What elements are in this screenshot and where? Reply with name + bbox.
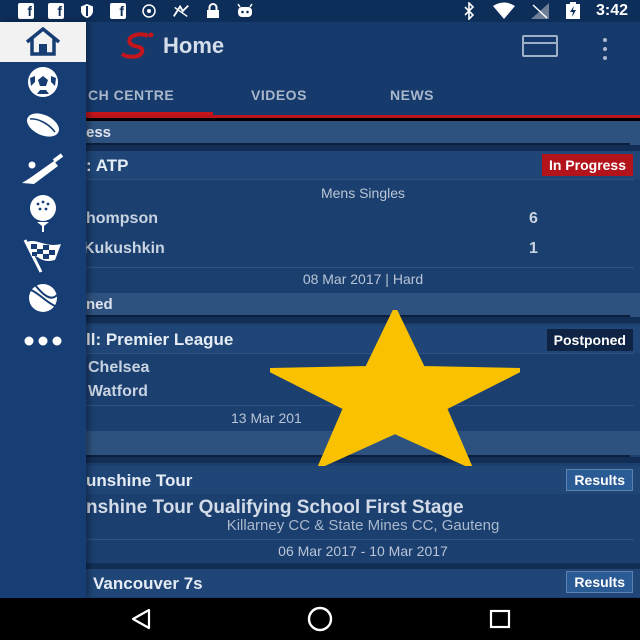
- sidebar-item-golf[interactable]: [0, 193, 86, 233]
- android-icon: [236, 3, 254, 19]
- divider: [86, 179, 634, 180]
- fancy-icon: [172, 3, 190, 19]
- player-name[interactable]: Kukushkin: [83, 240, 165, 258]
- star-icon[interactable]: [270, 310, 520, 466]
- checkered-flag-icon: [23, 239, 61, 273]
- tab-bar: CH CENTRE VIDEOS NEWS: [0, 72, 640, 118]
- status-badge: Results: [566, 571, 633, 593]
- tab-match-centre[interactable]: CH CENTRE: [88, 87, 174, 103]
- cricket-bat-icon: [22, 153, 64, 184]
- signal-icon: [530, 3, 550, 19]
- golf-ball-icon: [30, 195, 56, 232]
- rugby-ball-icon: [27, 113, 59, 137]
- player-name[interactable]: hompson: [86, 210, 158, 228]
- page-title: Home: [163, 33, 225, 58]
- tennis-ball-icon: [29, 284, 58, 312]
- sidebar-item-motorsport[interactable]: [0, 236, 86, 276]
- competition-row-atp[interactable]: : ATP In Progress: [0, 151, 640, 179]
- facebook-icon: f: [48, 3, 64, 19]
- divider: [86, 267, 634, 268]
- sidebar-item-home[interactable]: [0, 22, 86, 62]
- status-badge: Postponed: [546, 329, 633, 351]
- match-date-surface: 08 Mar 2017 | Hard: [302, 271, 424, 287]
- status-bar: f f f 3:42: [0, 0, 640, 22]
- sport-sidebar: [0, 22, 86, 598]
- player-score: 1: [529, 240, 538, 257]
- team-name[interactable]: Watford: [88, 383, 148, 401]
- competition-row-sunshine-tour[interactable]: unshine Tour Results: [0, 466, 640, 494]
- wifi-icon: [492, 2, 516, 19]
- event-venue: Killarney CC & State Mines CC, Gauteng: [226, 517, 500, 534]
- competition-title: Vancouver 7s: [93, 574, 203, 593]
- tab-news[interactable]: NEWS: [390, 87, 434, 103]
- navigation-bar: [0, 598, 640, 640]
- sidebar-item-soccer[interactable]: [0, 62, 86, 102]
- calendar-icon[interactable]: [522, 35, 558, 57]
- clock: 3:42: [595, 2, 628, 19]
- event-subtitle: Mens Singles: [320, 185, 406, 201]
- event-title[interactable]: nshine Tour Qualifying School First Stag…: [86, 497, 464, 519]
- team-name[interactable]: Chelsea: [88, 359, 149, 377]
- sidebar-item-more[interactable]: [0, 321, 86, 361]
- event-dates: 06 Mar 2017 - 10 Mar 2017: [278, 543, 448, 559]
- sidebar-item-rugby[interactable]: [0, 105, 86, 145]
- home-circle-icon[interactable]: [305, 606, 335, 632]
- sidebar-item-tennis[interactable]: [0, 278, 86, 318]
- facebook-icon: f: [110, 3, 126, 19]
- home-icon: [25, 27, 61, 56]
- bluetooth-icon: [460, 2, 478, 20]
- competition-row-vancouver[interactable]: Vancouver 7s Results: [0, 569, 640, 597]
- competition-title: : ATP: [86, 156, 129, 175]
- lock-icon: [204, 3, 222, 19]
- supersport-logo: [120, 32, 154, 59]
- more-vert-icon[interactable]: [598, 38, 612, 60]
- section-title: ess: [86, 124, 112, 141]
- divider: [86, 539, 634, 540]
- competition-title: ll: Premier League: [86, 330, 234, 349]
- facebook-icon: f: [18, 3, 34, 19]
- status-badge: In Progress: [541, 154, 633, 176]
- status-badge: Results: [566, 469, 633, 491]
- battery-icon: [564, 2, 582, 19]
- tab-videos[interactable]: VIDEOS: [251, 87, 307, 103]
- competition-title: unshine Tour: [86, 471, 193, 490]
- more-horiz-icon: [24, 336, 62, 346]
- recents-icon[interactable]: [485, 606, 515, 632]
- sync-icon: [140, 3, 158, 19]
- soccer-ball-icon: [28, 67, 58, 97]
- section-title: ned: [86, 296, 113, 313]
- back-icon[interactable]: [126, 606, 156, 632]
- sidebar-item-cricket[interactable]: [0, 150, 86, 190]
- section-header-in-progress: ess: [0, 121, 640, 145]
- shield-icon: [78, 3, 96, 19]
- player-score: 6: [529, 210, 538, 227]
- app-bar: Home: [0, 22, 640, 72]
